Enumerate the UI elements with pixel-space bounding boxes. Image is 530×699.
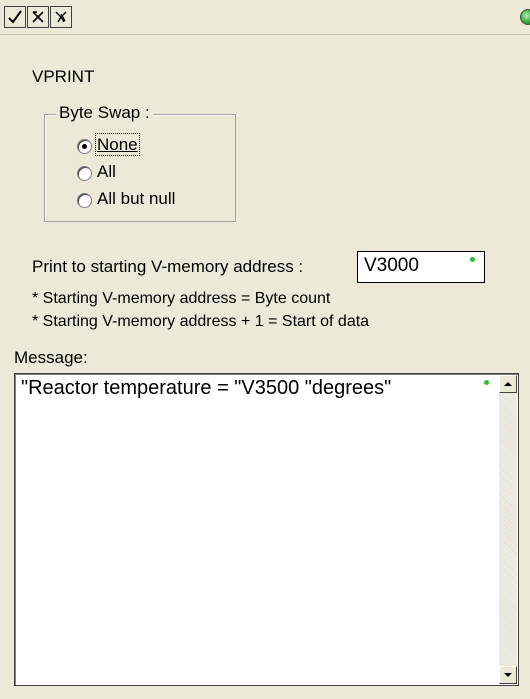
cancel-x-icon [32,11,44,23]
address-value: V3000 [364,255,419,276]
radio-all[interactable] [77,166,92,181]
cancel-button[interactable] [27,6,49,28]
scroll-up-button[interactable] [499,375,517,393]
status-indicator-icon [520,9,530,25]
radio-all-but-null[interactable] [77,193,92,208]
note-start-of-data: * Starting V-memory address + 1 = Start … [32,313,370,330]
help-button[interactable] [50,6,72,28]
scroll-down-button[interactable] [499,666,517,684]
message-textarea[interactable]: "Reactor temperature = "V3500 "degrees" [14,373,519,686]
instruction-title: VPRINT [32,67,95,86]
message-label: Message: [14,348,88,367]
note-byte-count: * Starting V-memory address = Byte count [32,290,331,307]
radio-none-label[interactable]: None [95,133,140,156]
check-icon [8,10,22,24]
toolbar [0,0,530,35]
radio-all-label[interactable]: All [97,162,116,182]
valid-indicator-icon [470,257,475,262]
message-text: "Reactor temperature = "V3500 "degrees" [21,377,392,399]
address-input[interactable]: V3000 [357,251,485,283]
message-valid-indicator-icon [484,380,489,385]
address-label: Print to starting V-memory address : [32,257,304,276]
arrow-up-icon [504,382,512,386]
help-icon [55,11,67,23]
arrow-down-icon [504,673,512,677]
message-scrollbar[interactable] [499,375,517,684]
radio-all-but-null-label[interactable]: All but null [97,189,175,209]
accept-button[interactable] [4,6,26,28]
byte-swap-legend: Byte Swap : [56,103,153,123]
radio-none[interactable] [77,139,92,154]
